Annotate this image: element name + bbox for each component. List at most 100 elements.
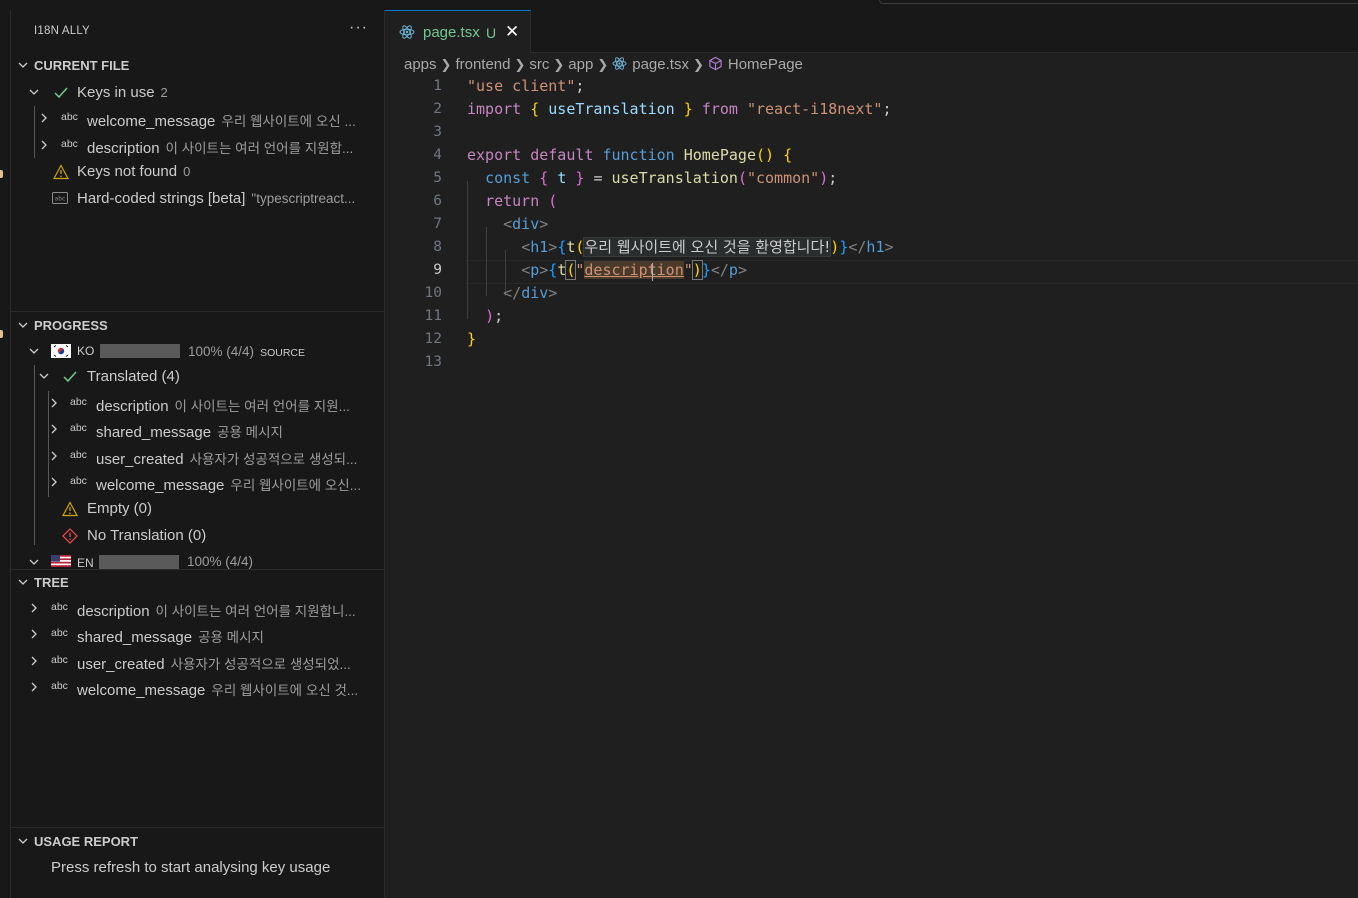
chevron-right-icon [41,140,47,150]
command-center[interactable] [879,0,1358,4]
code-line: ); [485,307,504,325]
list-item[interactable]: abc welcome_message 우리 웹사이트에 오신 것... [11,675,384,701]
hardcoded-label: Hard-coded strings [beta] [77,190,246,207]
code-line: import { useTranslation } from "react-i1… [467,100,892,118]
abc-icon: abc [70,449,87,461]
abc-icon: abc [61,138,78,150]
progress-bar [100,344,180,358]
locale-en[interactable]: EN 100% (4/4) [11,551,384,569]
code-line: const { t } = useTranslation("common"); [485,169,838,187]
chevron-right-icon [31,603,37,613]
key-value: 이 사이트는 여러 언어를 지원... [174,399,350,414]
locale-percent: 100% [187,554,222,569]
title-bar [0,0,1358,10]
code-line: </div> [503,284,558,302]
no-translation-label: No Translation (0) [87,527,207,544]
translated-group[interactable]: Translated (4) [11,364,384,390]
list-item[interactable]: abc shared_message 공용 메시지 [11,622,384,648]
list-item[interactable]: abc description 이 사이트는 여러 언어를 지원합... [11,133,384,159]
breadcrumb-item[interactable]: apps [404,56,437,73]
code-line-active: <p>{t("description")}</p> [521,260,747,280]
list-item[interactable]: abc description 이 사이트는 여러 언어를 지원... [11,391,384,417]
key-name: description [77,603,150,620]
section-tree[interactable]: TREE [11,569,384,594]
breadcrumb-separator: ❯ [597,57,609,72]
sidebar-title: I18N ALLY [34,25,90,37]
breadcrumb-item[interactable]: frontend [455,56,510,73]
hardcoded-value: "typescriptreact... [251,191,356,206]
list-item[interactable]: abc description 이 사이트는 여러 언어를 지원합니... [11,596,384,622]
locale-ratio: (4/4) [226,344,255,359]
breadcrumb-item[interactable]: src [529,56,549,73]
breadcrumb-item[interactable]: HomePage [728,56,803,73]
line-number: 5 [433,170,442,186]
list-item[interactable]: abc welcome_message 우리 웹사이트에 오신... [11,470,384,496]
section-progress[interactable]: PROGRESS [11,311,384,336]
no-translation-group[interactable]: No Translation (0) [11,523,384,549]
text-cursor [652,263,653,281]
keys-not-found-group[interactable]: Keys not found 0 [11,159,384,185]
breadcrumb: apps ❯ frontend ❯ src ❯ app ❯ page.tsx ❯ HomePage [404,56,803,73]
abc-icon: abc [51,601,68,613]
empty-group[interactable]: Empty (0) [11,496,384,522]
key-name: welcome_message [77,682,206,699]
key-name: description [87,140,160,157]
more-actions-icon[interactable]: ··· [349,19,368,37]
chevron-right-icon [51,424,57,434]
chevron-down-icon [39,373,49,379]
section-current-file[interactable]: CURRENT FILE [11,54,384,78]
abc-icon: abc [51,627,68,639]
activity-bar [0,10,11,898]
chevron-right-icon [51,477,57,487]
list-item[interactable]: abc shared_message 공용 메시지 [11,417,384,443]
keys-not-found-label: Keys not found [77,163,178,180]
line-number: 12 [424,331,442,347]
abc-icon: abc [61,111,78,123]
list-item[interactable]: abc user_created 사용자가 성공적으로 생성되... [11,444,384,470]
chevron-right-icon [51,451,57,461]
keys-not-found-count: 0 [183,164,191,179]
breadcrumb-item[interactable]: app [568,56,593,73]
code-line: "use client"; [467,77,585,95]
key-name: welcome_message [87,113,216,130]
tab-label: page.tsx [423,24,480,41]
keys-in-use-group[interactable]: Keys in use 2 [11,80,384,106]
breadcrumb-separator: ❯ [514,57,526,72]
close-icon[interactable]: ✕ [505,22,519,42]
breadcrumb-separator: ❯ [553,57,565,72]
key-value: 사용자가 성공적으로 생성되... [189,452,358,467]
locale-code: KO [77,344,95,358]
section-title: CURRENT FILE [34,58,130,73]
breadcrumb-item[interactable]: page.tsx [632,56,689,73]
check-icon [63,371,77,383]
empty-label: Empty (0) [87,500,153,517]
line-number: 13 [424,354,442,370]
key-value: 우리 웹사이트에 오신 ... [221,114,356,129]
abc-icon: abc [70,422,87,434]
line-number: 6 [433,193,442,209]
list-item[interactable]: abc user_created 사용자가 성공적으로 생성되었... [11,649,384,675]
tab-bar: page.tsx U ✕ [385,10,1358,53]
list-item[interactable]: abc welcome_message 우리 웹사이트에 오신 ... [11,106,384,132]
key-name: user_created [77,656,165,673]
chevron-down-icon [18,838,28,844]
hardcoded-strings-group[interactable]: abc Hard-coded strings [beta] "typescript… [11,186,384,212]
locale-percent: 100% [188,344,223,359]
abc-icon: abc [70,475,87,487]
chevron-right-icon [31,682,37,692]
string-icon: abc [52,192,68,204]
section-usage-report[interactable]: USAGE REPORT [11,827,384,852]
react-icon [612,57,627,70]
locale-ko[interactable]: KO 100% (4/4) SOURCE [11,339,384,365]
warning-icon [53,164,69,180]
i18n-key-highlight: description [584,261,684,279]
abc-icon: abc [70,396,87,408]
code-line: <div> [503,215,549,233]
breadcrumb-separator: ❯ [440,57,452,72]
translated-label: Translated (4) [87,368,180,385]
line-number: 4 [433,147,442,163]
code-line: <h1>{t(우리 웹사이트에 오신 것을 환영합니다!)}</h1> [521,237,894,257]
line-number: 7 [433,216,442,232]
keys-in-use-label: Keys in use [77,84,155,101]
tab-page-tsx[interactable]: page.tsx U ✕ [385,10,531,53]
